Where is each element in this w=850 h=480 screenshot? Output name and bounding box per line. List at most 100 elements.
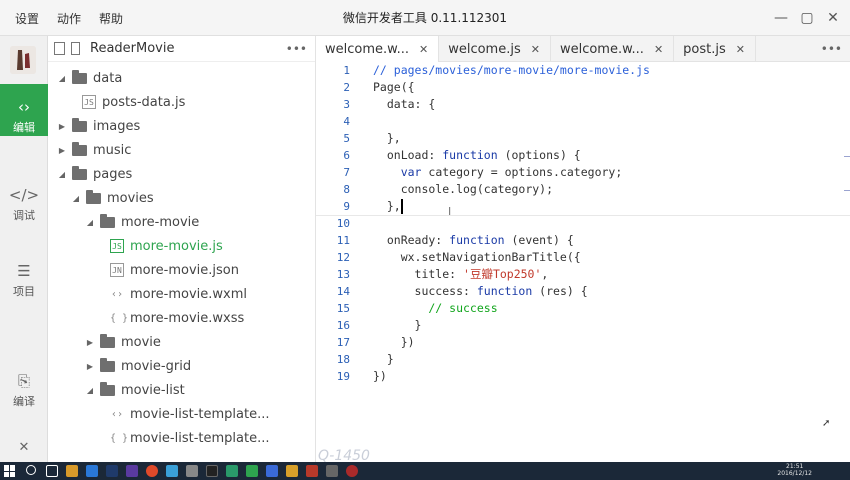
code-line[interactable]: }, [373, 198, 401, 215]
expanded-arrow-icon[interactable]: ◢ [84, 218, 96, 227]
close-icon[interactable]: ✕ [822, 7, 844, 29]
project-name: ReaderMovie [90, 41, 175, 56]
compile-icon: ⎘ [17, 372, 30, 390]
code-line[interactable]: onLoad: function (options) { [373, 147, 581, 164]
file-icon[interactable] [54, 42, 65, 55]
tree-item[interactable]: JS more-movie.js [98, 234, 223, 258]
clock-date: 2016/12/12 [777, 470, 812, 477]
app-icon[interactable] [266, 465, 278, 477]
record-icon[interactable] [346, 465, 358, 477]
close-sidebar-button[interactable]: ✕ [0, 440, 48, 458]
system-clock[interactable]: 21:51 2016/12/12 [777, 463, 812, 477]
code-line[interactable]: success: function (res) { [373, 283, 588, 300]
app-icon[interactable] [306, 465, 318, 477]
tree-item[interactable]: ▶ movie [84, 330, 161, 354]
code-line[interactable]: onReady: function (event) { [373, 232, 574, 249]
tree-item[interactable]: JN more-movie.json [98, 258, 239, 282]
code-line[interactable]: console.log(category); [373, 181, 553, 198]
js-file-icon: JS [82, 95, 96, 109]
project-icon: ☰ [17, 262, 31, 280]
browser-app-icon[interactable] [86, 465, 98, 477]
code-line[interactable]: }) [373, 334, 415, 351]
close-tab-icon[interactable]: ✕ [736, 43, 745, 56]
js-file-icon: JS [110, 239, 124, 253]
code-line[interactable]: }, [373, 130, 401, 147]
activity-3[interactable]: ⎘ 编译 [0, 366, 48, 410]
expanded-arrow-icon[interactable]: ◢ [84, 386, 96, 395]
start-button[interactable] [4, 465, 16, 477]
activity-0[interactable]: ‹› 编辑 [0, 84, 48, 136]
tree-item[interactable]: JS posts-data.js [70, 90, 185, 114]
line-number: 14 [336, 285, 350, 298]
chrome-icon[interactable] [146, 465, 158, 477]
expanded-arrow-icon[interactable]: ◢ [70, 194, 82, 203]
code-editor[interactable]: 1 2 3 4 5 6 7 8 9 10 11 12 13 14 15 16 17 18 19 // pages/m… [316, 62, 850, 462]
editor-tab[interactable]: welcome.js ✕ [439, 36, 551, 62]
code-area[interactable]: // pages/movies/more-movie/more-movie.js… [373, 62, 850, 462]
tree-item[interactable]: ▶ music [56, 138, 131, 162]
more-options-icon[interactable]: ••• [286, 42, 307, 56]
code-line[interactable]: title: '豆瓣Top250', [373, 266, 549, 283]
collapsed-arrow-icon[interactable]: ▶ [56, 146, 68, 155]
app-icon[interactable] [106, 465, 118, 477]
app-icon[interactable] [326, 465, 338, 477]
os-taskbar: 21:51 2016/12/12 [0, 462, 850, 480]
task-view-icon[interactable] [46, 465, 58, 477]
tree-item[interactable]: ‹› movie-list-template... [98, 402, 270, 426]
code-line[interactable]: }) [373, 368, 387, 385]
code-token: (res) { [532, 284, 588, 298]
code-line[interactable]: // success [373, 300, 498, 317]
editor-tab[interactable]: welcome.w... ✕ [316, 36, 440, 62]
folder-app-icon[interactable] [66, 465, 78, 477]
activity-2[interactable]: ☰ 项目 [0, 256, 48, 300]
code-token: // pages/movies/more-movie/more-movie.js [373, 63, 650, 77]
code-line[interactable]: var category = options.category; [373, 164, 623, 181]
line-number: 2 [343, 81, 350, 94]
code-line[interactable]: // pages/movies/more-movie/more-movie.js [373, 62, 650, 79]
expanded-arrow-icon[interactable]: ◢ [56, 74, 68, 83]
tree-item-label: movie-grid [121, 358, 192, 374]
editor-tab[interactable]: welcome.w... ✕ [551, 36, 675, 62]
restore-icon[interactable]: ▢ [796, 7, 818, 29]
expanded-arrow-icon[interactable]: ◢ [56, 170, 68, 179]
avatar[interactable] [10, 46, 36, 74]
tree-item[interactable]: ▶ images [56, 114, 140, 138]
terminal-icon[interactable] [206, 465, 218, 477]
code-line[interactable]: } [373, 317, 422, 334]
title-bar: 设置 动作 帮助 微信开发者工具 0.11.112301 — ▢ ✕ [0, 0, 850, 36]
editor-tab[interactable]: post.js ✕ [674, 36, 756, 62]
code-token: // success [373, 301, 498, 315]
collapsed-arrow-icon[interactable]: ▶ [84, 338, 96, 347]
app-icon[interactable] [126, 465, 138, 477]
code-line[interactable]: } [373, 351, 394, 368]
tree-item[interactable]: ◢ movie-list [84, 378, 185, 402]
tree-item[interactable]: ◢ pages [56, 162, 132, 186]
tabs-more-icon[interactable]: ••• [821, 42, 842, 56]
folder-outline-icon[interactable] [71, 42, 80, 55]
minimize-icon[interactable]: — [770, 7, 792, 29]
app-icon[interactable] [226, 465, 238, 477]
app-icon[interactable] [286, 465, 298, 477]
tree-item[interactable]: { } movie-list-template... [98, 426, 269, 450]
code-token: onLoad: [373, 148, 443, 162]
wechat-devtools-icon[interactable] [246, 465, 258, 477]
code-line[interactable]: data: { [373, 96, 435, 113]
activity-1[interactable]: </> 调试 [0, 180, 48, 224]
close-tab-icon[interactable]: ✕ [654, 43, 663, 56]
tree-item[interactable]: ◢ data [56, 66, 122, 90]
app-icon[interactable] [166, 465, 178, 477]
code-line[interactable]: Page({ [373, 79, 415, 96]
collapsed-arrow-icon[interactable]: ▶ [84, 362, 96, 371]
close-tab-icon[interactable]: ✕ [419, 43, 428, 56]
code-line[interactable]: wx.setNavigationBarTitle({ [373, 249, 581, 266]
tree-item[interactable]: { } more-movie.wxss [98, 306, 244, 330]
collapsed-arrow-icon[interactable]: ▶ [56, 122, 68, 131]
tree-item[interactable]: ◢ more-movie [84, 210, 199, 234]
settings-icon[interactable] [186, 465, 198, 477]
activity-label: 调试 [13, 209, 35, 222]
close-tab-icon[interactable]: ✕ [531, 43, 540, 56]
tree-item[interactable]: ▶ movie-grid [84, 354, 191, 378]
tree-item[interactable]: ◢ movies [70, 186, 154, 210]
search-icon[interactable] [26, 465, 36, 475]
tree-item[interactable]: ‹› more-movie.wxml [98, 282, 247, 306]
